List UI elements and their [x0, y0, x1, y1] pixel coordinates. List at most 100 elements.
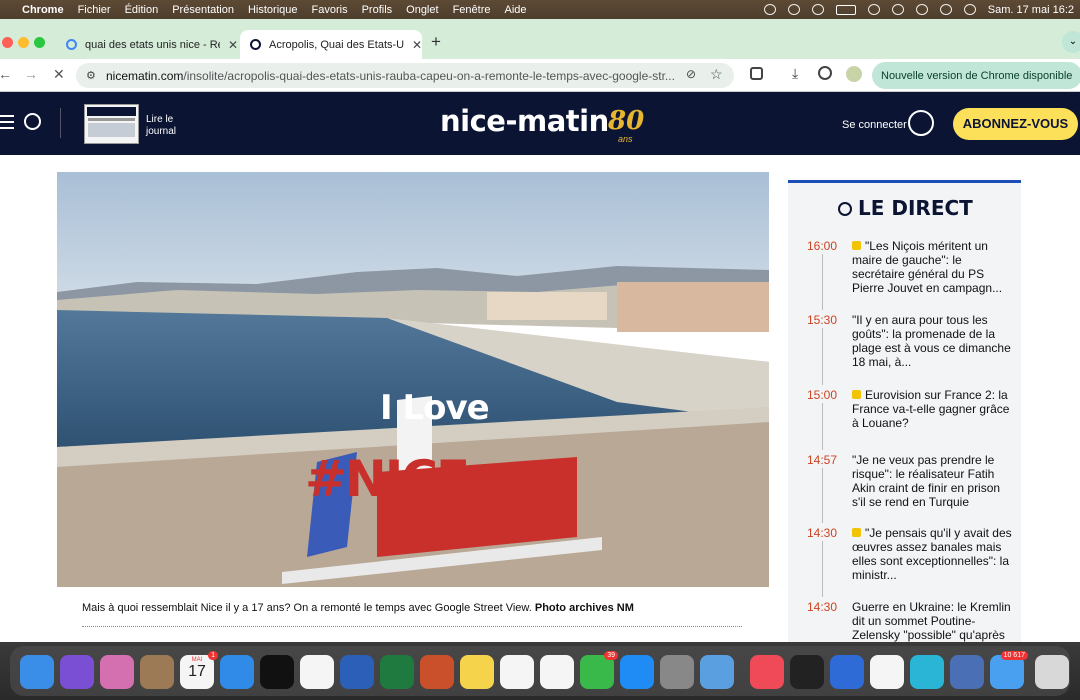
timeline-line [822, 468, 823, 523]
news-time: 15:30 [807, 313, 838, 327]
siri-icon[interactable] [60, 655, 94, 689]
menu-fenetre[interactable]: Fenêtre [453, 4, 491, 16]
menu-fichier[interactable]: Fichier [78, 4, 111, 16]
mail-icon[interactable]: 10 617 [990, 651, 1028, 689]
siri-menu-icon[interactable] [963, 4, 976, 15]
calendar-day: 17 [188, 663, 206, 680]
back-icon[interactable]: ← [0, 66, 12, 82]
zoom-window-icon[interactable] [34, 37, 45, 48]
menu-edition[interactable]: Édition [125, 4, 159, 16]
article-photo[interactable]: I Love [57, 172, 769, 587]
read-journal-link[interactable]: Lire le journal [146, 114, 186, 138]
wifi-icon[interactable] [867, 4, 880, 15]
menu-aide[interactable]: Aide [504, 4, 526, 16]
premium-lock-icon [852, 390, 861, 399]
forward-icon[interactable]: → [24, 66, 38, 82]
menu-historique[interactable]: Historique [248, 4, 298, 16]
tab-google-search[interactable]: quai des etats unis nice - Rec ✕ [56, 30, 238, 59]
status-icon-1[interactable] [763, 4, 776, 15]
calendar-icon[interactable]: MAI 17 1 [180, 651, 218, 689]
menu-app-name[interactable]: Chrome [22, 4, 64, 16]
chatgpt-icon[interactable] [870, 655, 904, 689]
menu-presentation[interactable]: Présentation [172, 4, 234, 16]
terminal-icon[interactable] [790, 655, 824, 689]
menu-bar: Chrome Fichier Édition Présentation Hist… [0, 0, 1080, 19]
extensions-icon[interactable] [750, 67, 763, 80]
apple-tv-icon[interactable] [260, 655, 294, 689]
menu-onglet[interactable]: Onglet [406, 4, 438, 16]
close-window-icon[interactable] [2, 37, 13, 48]
live-panel-title: LE DIRECT [858, 196, 973, 220]
news-text[interactable]: "Je pensais qu'il y avait des œuvres ass… [852, 526, 1012, 582]
stop-loading-icon[interactable]: ✕ [53, 66, 65, 83]
status-icon-2[interactable] [787, 4, 800, 15]
calendar-badge: 1 [208, 651, 218, 660]
menu-profils[interactable]: Profils [362, 4, 393, 16]
tab-acropolis[interactable]: Acropolis, Quai des Etats-Uni ✕ [240, 30, 422, 59]
site-info-icon[interactable]: ⚙ [86, 69, 96, 82]
trash-icon[interactable] [1035, 655, 1069, 689]
journal-thumbnail[interactable] [84, 104, 139, 144]
nordvpn-icon[interactable] [830, 655, 864, 689]
canva-icon[interactable] [910, 655, 944, 689]
search-icon[interactable] [24, 113, 41, 130]
minimize-window-icon[interactable] [18, 37, 29, 48]
powerpoint-icon[interactable] [420, 655, 454, 689]
notes-brown-icon[interactable] [140, 655, 174, 689]
word-icon[interactable] [340, 655, 374, 689]
address-bar[interactable]: ⚙ nicematin.com/insolite/acropolis-quai-… [76, 63, 734, 88]
battery-icon[interactable] [835, 4, 856, 15]
user-switch-icon[interactable] [891, 4, 904, 15]
preview-icon[interactable] [950, 655, 984, 689]
close-tab-icon[interactable]: ✕ [412, 38, 422, 52]
nicematin-favicon-icon [250, 39, 261, 50]
timeline-line [822, 403, 823, 450]
eye-slash-icon[interactable]: ⊘ [686, 67, 696, 81]
news-headline: "Je ne veux pas prendre le risque": le r… [852, 453, 1001, 509]
safari-icon[interactable] [220, 655, 254, 689]
site-logo[interactable]: nice-matin [440, 104, 609, 138]
news-text[interactable]: Guerre en Ukraine: le Kremlin dit un som… [852, 600, 1012, 642]
hamburger-menu-icon[interactable] [0, 115, 14, 129]
extension-icon[interactable] [818, 66, 832, 80]
messages-icon[interactable]: 39 [580, 651, 618, 689]
login-link[interactable]: Se connecter [842, 119, 907, 131]
news-text[interactable]: "Je ne veux pas prendre le risque": le r… [852, 453, 1012, 509]
google-favicon-icon [66, 39, 77, 50]
excel-icon[interactable] [380, 655, 414, 689]
sign-text-nice: #NICE [305, 450, 470, 508]
news-text[interactable]: "Les Niçois méritent un maire de gauche"… [852, 239, 1012, 295]
chrome-icon[interactable] [300, 655, 334, 689]
photos-icon[interactable] [540, 655, 574, 689]
menu-clock[interactable]: Sam. 17 mai 16:2 [988, 4, 1074, 16]
user-icon[interactable] [908, 110, 934, 136]
bluetooth-icon[interactable] [811, 4, 824, 15]
menu-favoris[interactable]: Favoris [312, 4, 348, 16]
freeform-icon[interactable] [500, 655, 534, 689]
news-text[interactable]: Eurovision sur France 2: la France va-t-… [852, 388, 1012, 430]
control-center-icon[interactable] [939, 4, 952, 15]
window-top-edge [0, 19, 1080, 27]
messages-badge: 39 [604, 651, 618, 660]
close-tab-icon[interactable]: ✕ [228, 38, 238, 52]
search-icon[interactable] [915, 4, 928, 15]
finder-icon[interactable] [20, 655, 54, 689]
news-text[interactable]: "Il y en aura pour tous les goûts": la p… [852, 313, 1012, 369]
new-tab-icon[interactable]: + [431, 32, 441, 52]
app-store-icon[interactable] [620, 655, 654, 689]
bookmark-star-icon[interactable]: ☆ [710, 66, 723, 83]
photo-caption: Mais à quoi ressemblait Nice il y a 17 a… [82, 602, 634, 614]
premium-lock-icon [852, 528, 861, 537]
tab-search-icon[interactable]: ⌄ [1062, 31, 1080, 53]
subscribe-button[interactable]: ABONNEZ-VOUS [953, 108, 1078, 140]
news-headline: "Je pensais qu'il y avait des œuvres ass… [852, 526, 1012, 582]
chrome-update-button[interactable]: Nouvelle version de Chrome disponible [872, 62, 1080, 89]
notes-icon[interactable] [460, 655, 494, 689]
download-icon[interactable]: ⤓ [792, 65, 798, 82]
launchpad-icon[interactable] [100, 655, 134, 689]
profile-avatar[interactable] [846, 66, 862, 82]
music-icon[interactable] [750, 655, 784, 689]
photo-credit: Photo archives NM [534, 602, 634, 614]
remote-icon[interactable] [700, 655, 734, 689]
iphone-mirroring-icon[interactable] [660, 655, 694, 689]
